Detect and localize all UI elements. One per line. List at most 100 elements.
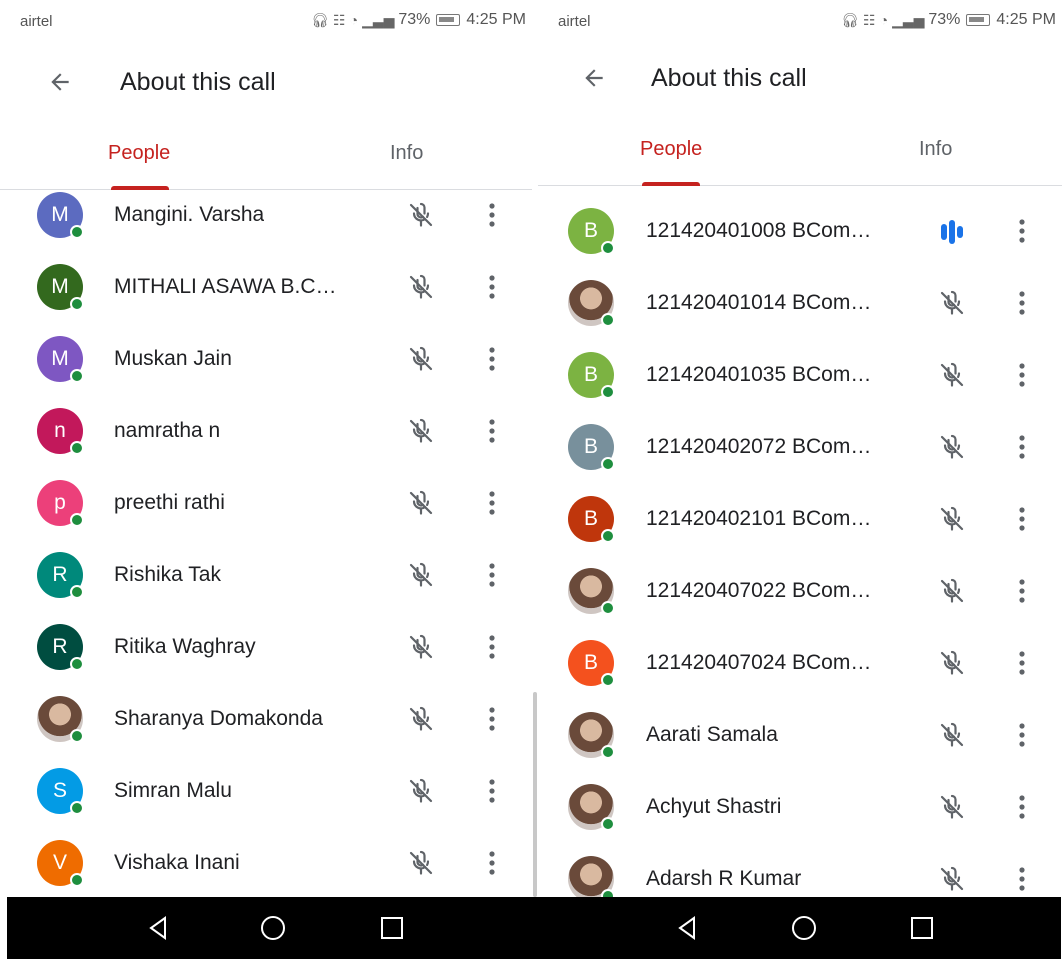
participant-row[interactable]: M MITHALI ASAWA B.C… xyxy=(0,252,532,324)
more-options-icon[interactable] xyxy=(1008,502,1036,536)
status-indicators: 🎧︎ ☷ ◔ ▁▃▅ 73% 4:25 PM xyxy=(841,11,1056,29)
nav-recents-icon[interactable] xyxy=(375,911,409,945)
participant-row[interactable]: B 121420402072 BCom… xyxy=(538,412,1062,484)
avatar-initial: B xyxy=(583,435,598,458)
participant-row[interactable]: n namratha n xyxy=(0,396,532,468)
more-options-icon[interactable] xyxy=(478,342,506,376)
participant-name: Muskan Jain xyxy=(114,347,232,370)
nav-home-icon[interactable] xyxy=(256,911,290,945)
nav-back-icon[interactable] xyxy=(670,911,704,945)
mic-off-icon xyxy=(935,358,969,392)
wifi-icon: ◔ xyxy=(879,12,889,28)
participant-name: Simran Malu xyxy=(114,779,232,802)
participant-list: B 121420401008 BCom… 121420401014 BCom… B 12… xyxy=(538,196,1062,897)
avatar-initial: B xyxy=(583,651,598,674)
more-options-icon[interactable] xyxy=(478,198,506,232)
vibrate-icon: ☷ xyxy=(863,11,876,28)
nav-recents-icon[interactable] xyxy=(905,911,939,945)
more-options-icon[interactable] xyxy=(478,630,506,664)
online-status-dot xyxy=(70,513,84,527)
participant-row[interactable]: Achyut Shastri xyxy=(538,772,1062,844)
avatar-initial: B xyxy=(583,363,598,386)
back-arrow-icon[interactable] xyxy=(576,60,612,96)
participant-name: namratha n xyxy=(114,419,221,442)
call-panel-right: airtel 🎧︎ ☷ ◔ ▁▃▅ 73% 4:25 PM About this… xyxy=(538,0,1062,897)
avatar-initial: M xyxy=(51,347,69,370)
online-status-dot xyxy=(601,385,615,399)
vibrate-icon: ☷ xyxy=(333,11,346,28)
participant-row[interactable]: V Vishaka Inani xyxy=(0,828,532,897)
more-options-icon[interactable] xyxy=(1008,718,1036,752)
battery-percent: 73% xyxy=(398,11,431,28)
more-options-icon[interactable] xyxy=(1008,286,1036,320)
more-options-icon[interactable] xyxy=(1008,646,1036,680)
more-options-icon[interactable] xyxy=(478,558,506,592)
tab-people[interactable]: People xyxy=(640,138,702,161)
online-status-dot xyxy=(70,801,84,815)
app-bar: About this call xyxy=(538,48,1062,108)
participant-row[interactable]: M Mangini. Varsha xyxy=(0,180,532,252)
online-status-dot xyxy=(601,241,615,255)
system-nav-bar xyxy=(7,897,1061,959)
participant-row[interactable]: B 121420401008 BCom… xyxy=(538,196,1062,268)
participant-row[interactable]: Sharanya Domakonda xyxy=(0,684,532,756)
more-options-icon[interactable] xyxy=(478,702,506,736)
clock: 4:25 PM xyxy=(996,11,1056,28)
online-status-dot xyxy=(601,601,615,615)
participant-row[interactable]: Adarsh R Kumar xyxy=(538,844,1062,897)
participant-name: Ritika Waghray xyxy=(114,635,256,658)
headset-icon: 🎧︎ xyxy=(841,11,860,28)
participant-row[interactable]: S Simran Malu xyxy=(0,756,532,828)
participant-row[interactable]: 121420407022 BCom… xyxy=(538,556,1062,628)
avatar-initial: S xyxy=(52,779,67,802)
online-status-dot xyxy=(70,657,84,671)
participant-row[interactable]: R Rishika Tak xyxy=(0,540,532,612)
mic-off-icon xyxy=(404,414,438,448)
app-bar: About this call xyxy=(0,52,532,112)
mic-off-icon xyxy=(935,430,969,464)
status-bar: airtel 🎧︎ ☷ ◔ ▁▃▅ 73% 4:25 PM xyxy=(0,0,532,40)
nav-home-icon[interactable] xyxy=(787,911,821,945)
mic-off-icon xyxy=(935,646,969,680)
more-options-icon[interactable] xyxy=(478,486,506,520)
nav-back-icon[interactable] xyxy=(141,911,175,945)
more-options-icon[interactable] xyxy=(1008,862,1036,896)
participant-name: 121420402072 BCom… xyxy=(646,435,872,458)
more-options-icon[interactable] xyxy=(1008,574,1036,608)
more-options-icon[interactable] xyxy=(478,846,506,880)
participant-row[interactable]: 121420401014 BCom… xyxy=(538,268,1062,340)
participant-row[interactable]: R Ritika Waghray xyxy=(0,612,532,684)
participant-row[interactable]: M Muskan Jain xyxy=(0,324,532,396)
mic-off-icon xyxy=(935,718,969,752)
signal-icon: ▁▃▅ xyxy=(892,11,925,28)
tab-people[interactable]: People xyxy=(108,142,170,165)
scrollbar[interactable] xyxy=(533,692,537,897)
more-options-icon[interactable] xyxy=(478,414,506,448)
back-arrow-icon[interactable] xyxy=(42,64,78,100)
avatar-initial: M xyxy=(51,275,69,298)
more-options-icon[interactable] xyxy=(1008,358,1036,392)
participant-name: MITHALI ASAWA B.C… xyxy=(114,275,337,298)
more-options-icon[interactable] xyxy=(1008,214,1036,248)
participant-row[interactable]: B 121420407024 BCom… xyxy=(538,628,1062,700)
battery-percent: 73% xyxy=(928,11,961,28)
status-bar: airtel 🎧︎ ☷ ◔ ▁▃▅ 73% 4:25 PM xyxy=(538,0,1062,40)
online-status-dot xyxy=(70,585,84,599)
mic-off-icon xyxy=(935,790,969,824)
tab-info[interactable]: Info xyxy=(919,138,952,161)
more-options-icon[interactable] xyxy=(1008,430,1036,464)
participant-row[interactable]: B 121420402101 BCom… xyxy=(538,484,1062,556)
participant-row[interactable]: Aarati Samala xyxy=(538,700,1062,772)
more-options-icon[interactable] xyxy=(1008,790,1036,824)
more-options-icon[interactable] xyxy=(478,270,506,304)
more-options-icon[interactable] xyxy=(478,774,506,808)
carrier-label: airtel xyxy=(20,13,53,30)
online-status-dot xyxy=(601,529,615,543)
participant-name: 121420407022 BCom… xyxy=(646,579,872,602)
tab-info[interactable]: Info xyxy=(390,142,423,165)
online-status-dot xyxy=(601,673,615,687)
online-status-dot xyxy=(70,225,84,239)
mic-off-icon xyxy=(404,486,438,520)
participant-row[interactable]: B 121420401035 BCom… xyxy=(538,340,1062,412)
participant-row[interactable]: p preethi rathi xyxy=(0,468,532,540)
